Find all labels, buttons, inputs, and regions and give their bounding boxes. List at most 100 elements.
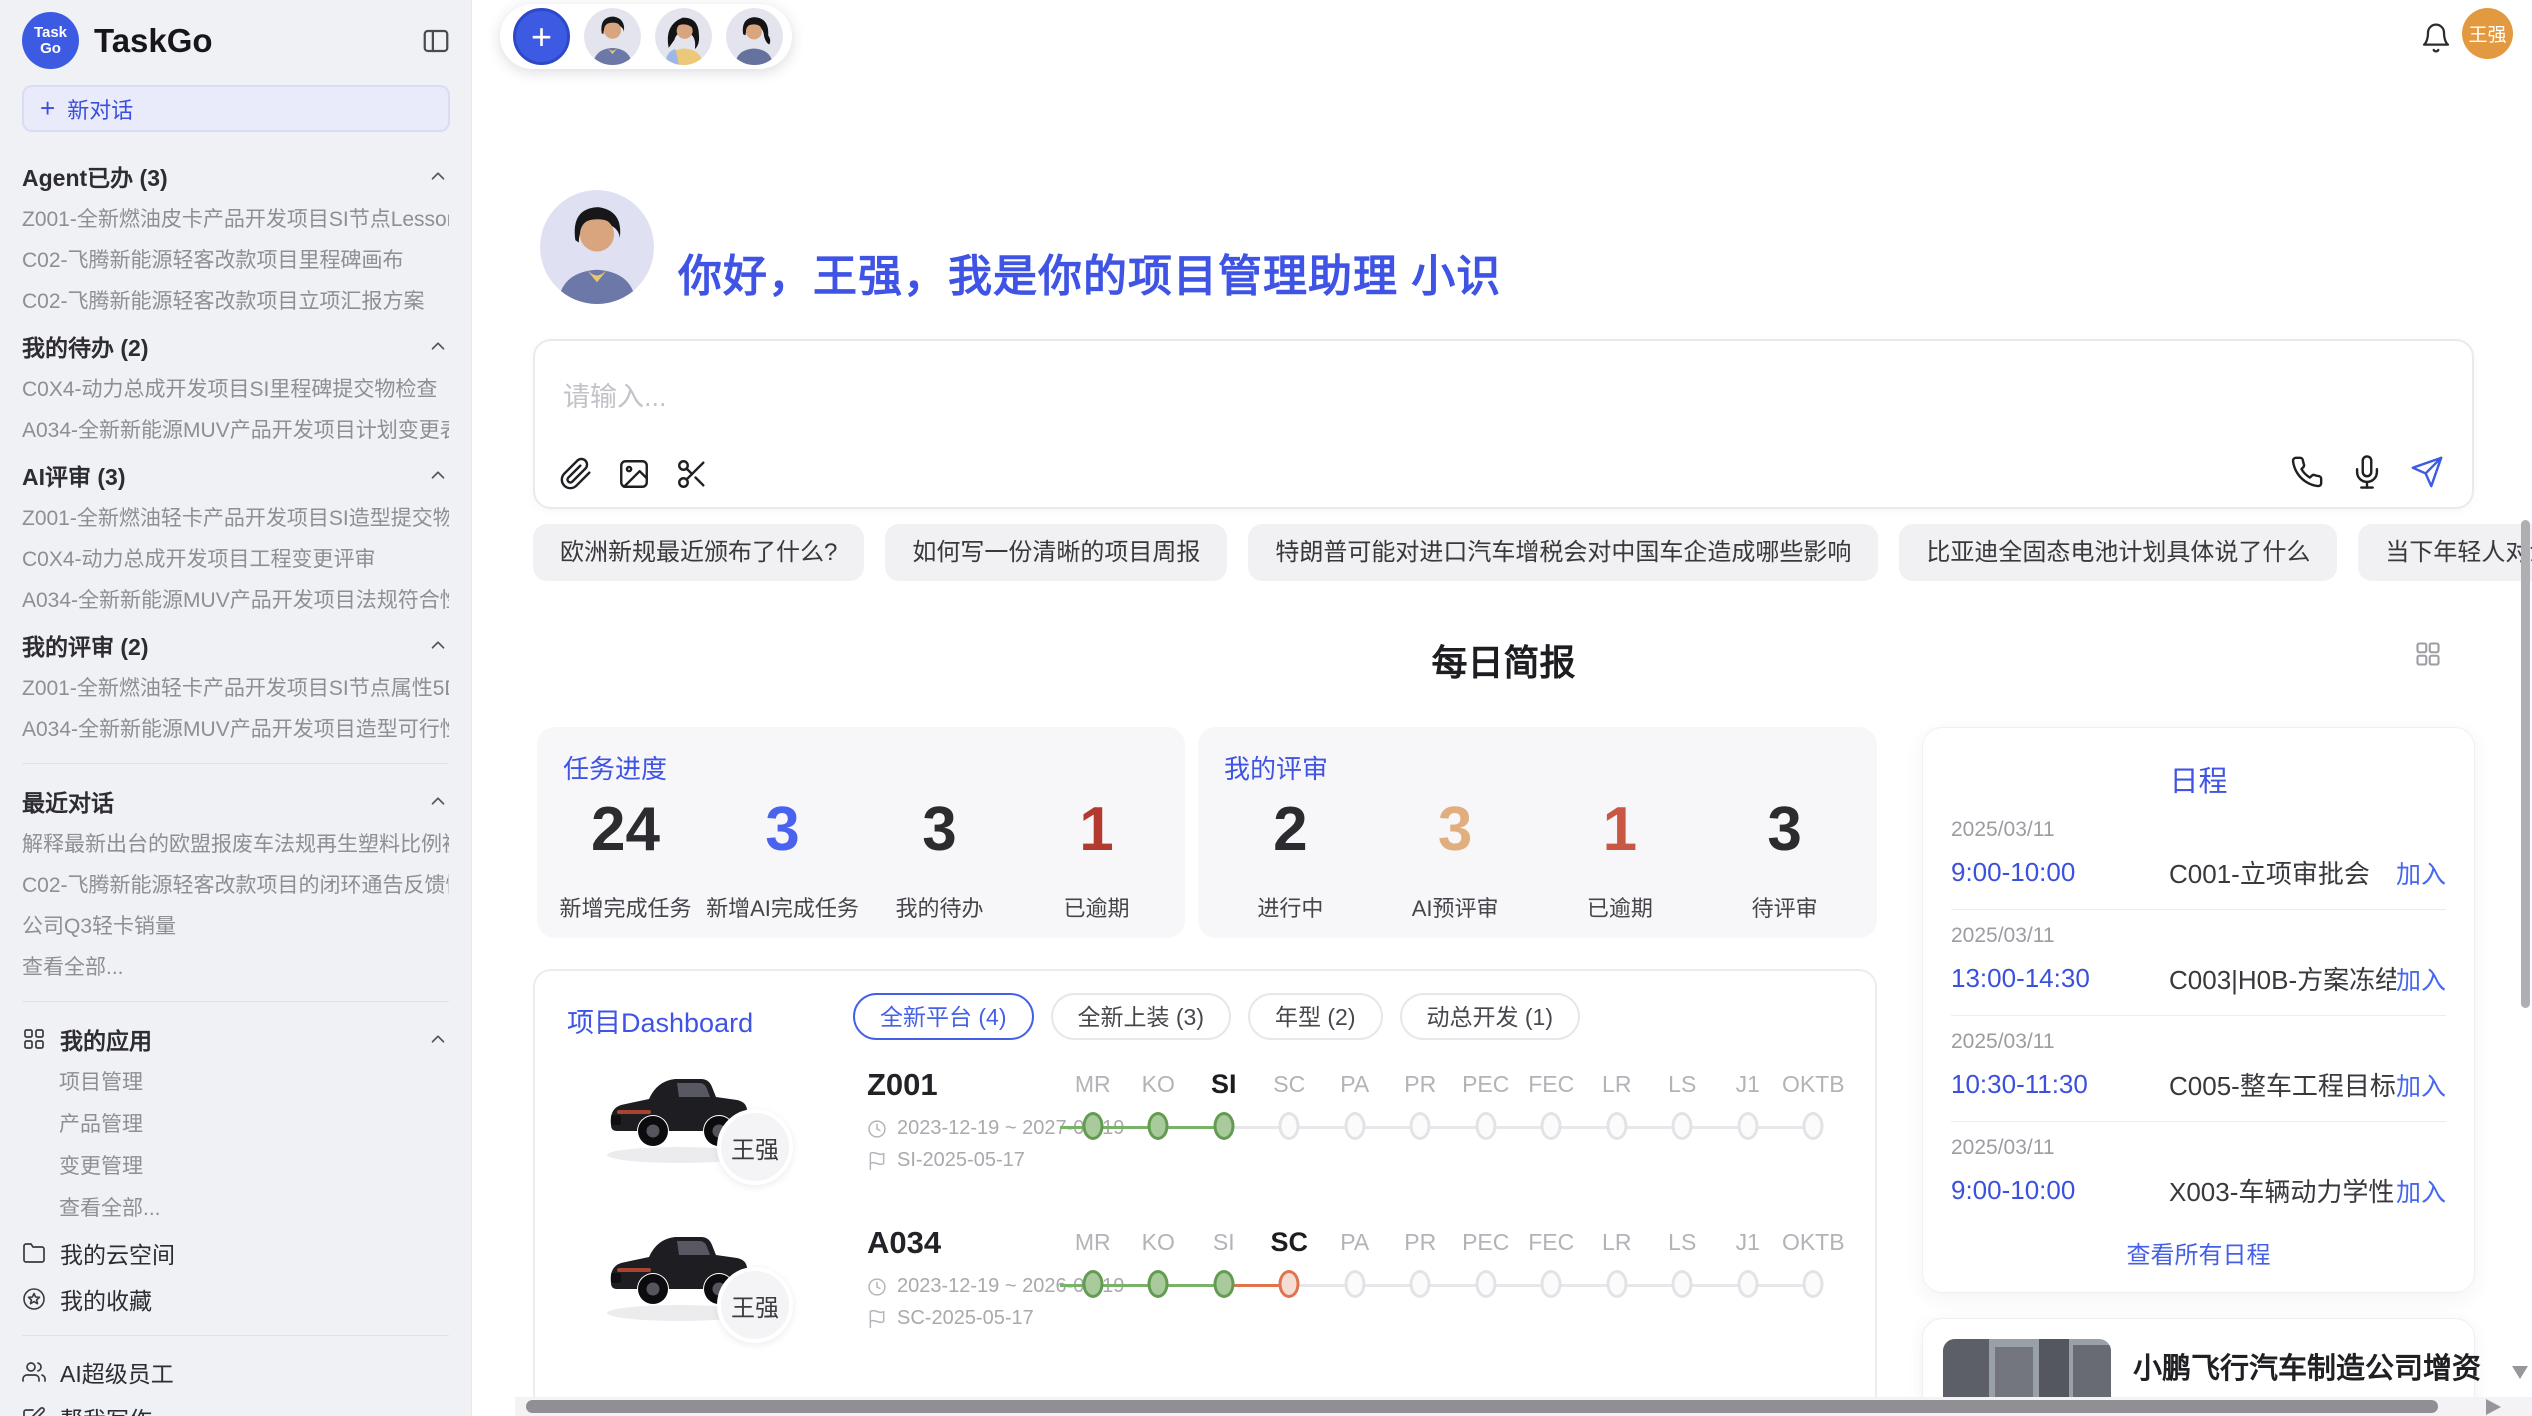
- sidebar-task-item[interactable]: Z001-全新燃油轻卡产品开发项目SI节点属性5D文件评审: [22, 668, 449, 709]
- sidebar-task-item[interactable]: A034-全新新能源MUV产品开发项目法规符合性评审: [22, 580, 449, 621]
- owner-avatar[interactable]: 王强: [717, 1109, 793, 1185]
- task-progress-card: 任务进度 24新增完成任务3新增AI完成任务3我的待办1已逾期: [537, 727, 1185, 938]
- sidebar-item-people[interactable]: AI超级员工: [22, 1349, 449, 1395]
- join-button[interactable]: 加入: [2396, 855, 2446, 891]
- suggestion-chip[interactable]: 如何写一份清晰的项目周报: [885, 524, 1227, 581]
- user-avatar[interactable]: 王强: [2462, 8, 2513, 59]
- phone-icon[interactable]: [2290, 455, 2324, 489]
- stat-AI预评审[interactable]: 3AI预评审: [1373, 799, 1538, 923]
- sidebar-section-header[interactable]: Agent已办 (3): [22, 152, 449, 199]
- milestone-node-PR[interactable]: [1410, 1112, 1431, 1140]
- chat-input[interactable]: [561, 381, 1965, 414]
- add-agent-button[interactable]: +: [513, 8, 570, 65]
- suggestion-chip[interactable]: 当下年轻人对汽车外观有怎样的喜好趋势: [2358, 524, 2532, 581]
- app-menu-item[interactable]: 变更管理: [22, 1146, 449, 1188]
- sidebar-section-header[interactable]: AI评审 (3): [22, 451, 449, 498]
- join-button[interactable]: 加入: [2396, 961, 2446, 997]
- sidebar-task-item[interactable]: C02-飞腾新能源轻客改款项目里程碑画布: [22, 240, 449, 281]
- milestone-node-MR[interactable]: [1082, 1112, 1103, 1140]
- milestone-node-PA[interactable]: [1344, 1112, 1365, 1140]
- new-chat-button[interactable]: + 新对话: [22, 85, 450, 132]
- milestone-node-FEC[interactable]: [1541, 1270, 1562, 1298]
- recent-chat-item[interactable]: C02-飞腾新能源轻客改款项目的闭环通告反馈情况: [22, 865, 449, 906]
- milestone-node-SI[interactable]: [1213, 1270, 1234, 1298]
- app-menu-item[interactable]: 项目管理: [22, 1062, 449, 1104]
- dashboard-tab[interactable]: 动总开发 (1): [1400, 993, 1581, 1040]
- stat-待评审[interactable]: 3待评审: [1702, 799, 1867, 923]
- sidebar-task-item[interactable]: C0X4-动力总成开发项目SI里程碑提交物检查: [22, 369, 449, 410]
- stat-我的待办[interactable]: 3我的待办: [861, 799, 1018, 923]
- vertical-scrollbar-thumb[interactable]: [2521, 520, 2530, 1008]
- suggestion-chip[interactable]: 欧洲新规最近颁布了什么?: [533, 524, 864, 581]
- agent-avatar-2[interactable]: [655, 8, 712, 65]
- agent-avatar-1[interactable]: [584, 8, 641, 65]
- project-name[interactable]: Z001: [867, 1067, 938, 1103]
- milestone-node-LR[interactable]: [1606, 1112, 1627, 1140]
- view-all-schedule-link[interactable]: 查看所有日程: [1923, 1235, 2474, 1270]
- dashboard-tab[interactable]: 年型 (2): [1248, 993, 1383, 1040]
- milestone-node-SC[interactable]: [1279, 1112, 1300, 1140]
- sidebar-section-header[interactable]: 我的待办 (2): [22, 322, 449, 369]
- project-name[interactable]: A034: [867, 1225, 941, 1261]
- app-menu-item[interactable]: 产品管理: [22, 1104, 449, 1146]
- project-flag: SC-2025-05-17: [867, 1307, 1034, 1330]
- sidebar-section-header[interactable]: 我的评审 (2): [22, 621, 449, 668]
- suggestion-chip[interactable]: 特朗普可能对进口汽车增税会对中国车企造成哪些影响: [1248, 524, 1878, 581]
- milestone-node-SI[interactable]: [1213, 1112, 1234, 1140]
- sidebar-item-folder[interactable]: 我的云空间: [22, 1230, 449, 1276]
- agent-avatar-3[interactable]: [726, 8, 783, 65]
- stat-新增完成任务[interactable]: 24新增完成任务: [547, 799, 704, 923]
- stat-新增AI完成任务[interactable]: 3新增AI完成任务: [704, 799, 861, 923]
- my-apps-header[interactable]: 我的应用: [22, 1015, 449, 1062]
- recent-chat-item[interactable]: 解释最新出台的欧盟报废车法规再生塑料比例被调至15%...: [22, 824, 449, 865]
- app-menu-item[interactable]: 查看全部...: [22, 1188, 449, 1230]
- scroll-right-arrow[interactable]: [2486, 1399, 2501, 1415]
- owner-avatar[interactable]: 王强: [717, 1267, 793, 1343]
- milestone-node-OKTB[interactable]: [1803, 1112, 1824, 1140]
- milestone-node-J1[interactable]: [1737, 1270, 1758, 1298]
- join-button[interactable]: 加入: [2396, 1067, 2446, 1103]
- milestone-node-PA[interactable]: [1344, 1270, 1365, 1298]
- recent-chat-item[interactable]: 查看全部...: [22, 947, 449, 988]
- sidebar-task-item[interactable]: C0X4-动力总成开发项目工程变更评审: [22, 539, 449, 580]
- milestone-node-LS[interactable]: [1672, 1112, 1693, 1140]
- milestone-node-OKTB[interactable]: [1803, 1270, 1824, 1298]
- stat-进行中[interactable]: 2进行中: [1208, 799, 1373, 923]
- horizontal-scrollbar-thumb[interactable]: [526, 1400, 2438, 1413]
- attachment-icon[interactable]: [559, 457, 593, 491]
- sidebar-task-item[interactable]: C02-飞腾新能源轻客改款项目立项汇报方案: [22, 281, 449, 322]
- milestone-node-SC[interactable]: [1279, 1270, 1300, 1298]
- join-button[interactable]: 加入: [2396, 1173, 2446, 1209]
- scissors-icon[interactable]: [675, 457, 709, 491]
- sidebar-task-item[interactable]: A034-全新新能源MUV产品开发项目造型可行性评审: [22, 709, 449, 750]
- collapse-sidebar-icon[interactable]: [421, 26, 451, 56]
- dashboard-tab[interactable]: 全新平台 (4): [853, 993, 1034, 1040]
- milestone-node-J1[interactable]: [1737, 1112, 1758, 1140]
- sidebar-item-star[interactable]: 我的收藏: [22, 1276, 449, 1322]
- milestone-node-KO[interactable]: [1148, 1112, 1169, 1140]
- sidebar-task-item[interactable]: Z001-全新燃油轻卡产品开发项目SI造型提交物评审: [22, 498, 449, 539]
- milestone-node-PEC[interactable]: [1475, 1112, 1496, 1140]
- notification-bell-icon[interactable]: [2420, 22, 2452, 54]
- recent-chat-item[interactable]: 公司Q3轻卡销量: [22, 906, 449, 947]
- send-icon[interactable]: [2410, 455, 2444, 489]
- milestone-node-PEC[interactable]: [1475, 1270, 1496, 1298]
- stat-已逾期[interactable]: 1已逾期: [1538, 799, 1703, 923]
- dashboard-tab[interactable]: 全新上装 (3): [1051, 993, 1232, 1040]
- mic-icon[interactable]: [2350, 455, 2384, 489]
- milestone-node-LS[interactable]: [1672, 1270, 1693, 1298]
- milestone-node-PR[interactable]: [1410, 1270, 1431, 1298]
- sidebar-item-write[interactable]: 帮我写作: [22, 1395, 449, 1416]
- scroll-down-arrow[interactable]: [2512, 1366, 2528, 1379]
- recent-chats-header[interactable]: 最近对话: [22, 777, 449, 824]
- milestone-node-FEC[interactable]: [1541, 1112, 1562, 1140]
- sidebar-task-item[interactable]: A034-全新新能源MUV产品开发项目计划变更表编写: [22, 410, 449, 451]
- suggestion-chip[interactable]: 比亚迪全固态电池计划具体说了什么: [1899, 524, 2337, 581]
- milestone-node-LR[interactable]: [1606, 1270, 1627, 1298]
- layout-grid-icon[interactable]: [2414, 640, 2442, 668]
- image-icon[interactable]: [617, 457, 651, 491]
- stat-已逾期[interactable]: 1已逾期: [1018, 799, 1175, 923]
- sidebar-task-item[interactable]: Z001-全新燃油皮卡产品开发项目SI节点Lesson Learn报告: [22, 199, 449, 240]
- milestone-node-KO[interactable]: [1148, 1270, 1169, 1298]
- milestone-node-MR[interactable]: [1082, 1270, 1103, 1298]
